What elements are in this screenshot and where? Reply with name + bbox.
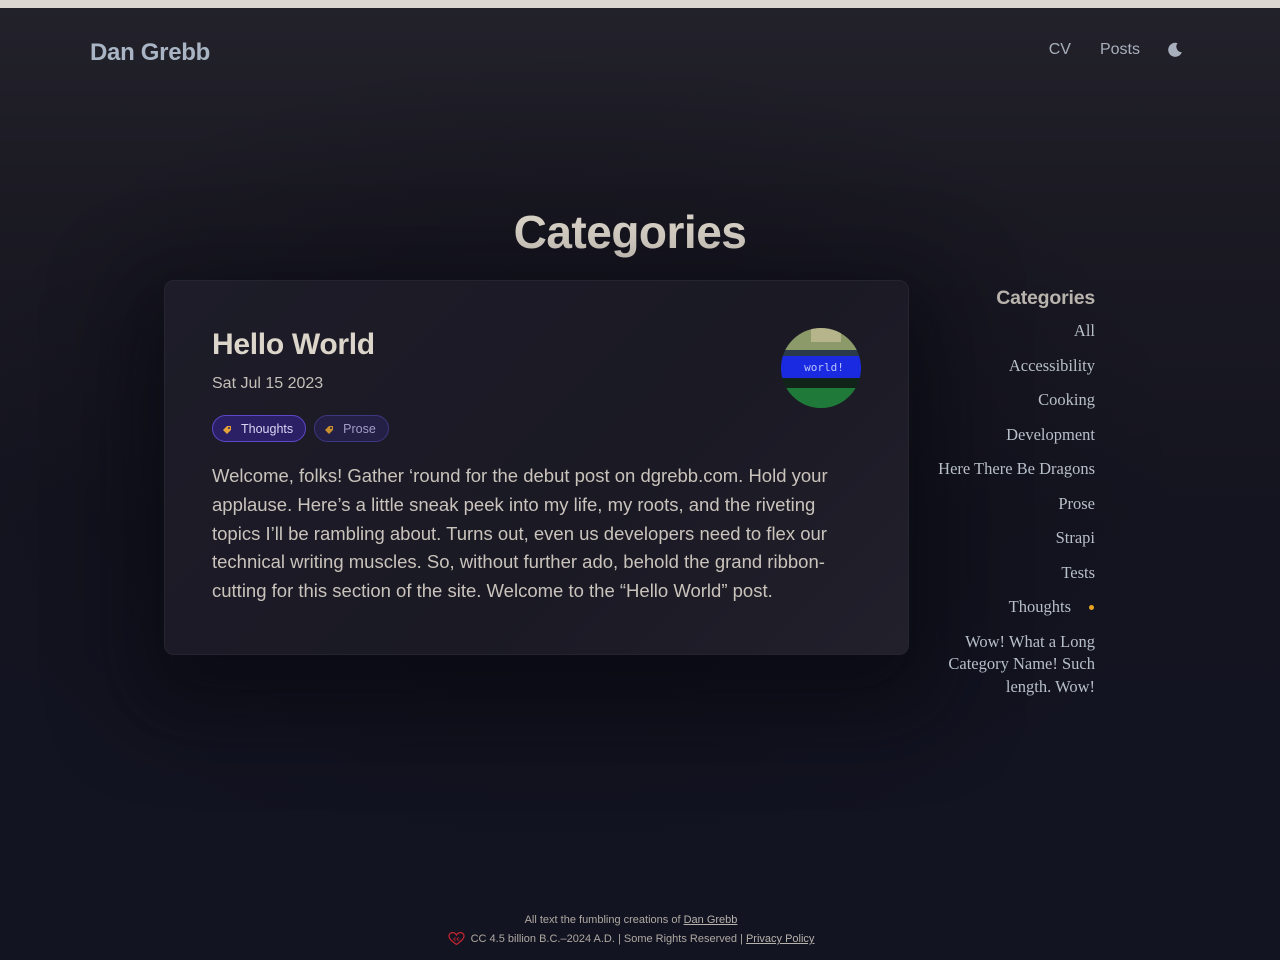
top-accent-bar: [0, 0, 1280, 8]
footer-author-link[interactable]: Dan Grebb: [684, 914, 738, 926]
page-title: Categories: [513, 206, 747, 258]
sidebar-item-long-category[interactable]: Wow! What a Long Category Name! Such len…: [930, 631, 1095, 699]
thumbnail-text: world!: [804, 361, 844, 374]
tag-label: Thoughts: [241, 421, 294, 436]
nav-link-posts[interactable]: Posts: [1100, 41, 1140, 59]
footer-privacy-link[interactable]: Privacy Policy: [746, 933, 814, 945]
tag-thoughts[interactable]: Thoughts: [212, 415, 307, 442]
footer-license-text: CC 4.5 billion B.C.–2024 A.D. | Some Rig…: [470, 933, 743, 945]
nav-link-cv[interactable]: CV: [1049, 41, 1071, 59]
tag-icon: [324, 424, 334, 434]
site-footer: All text the fumbling creations of Dan G…: [0, 911, 1262, 949]
site-header: Dan Grebb CV Posts: [0, 8, 1280, 100]
post-thumbnail[interactable]: world!: [781, 328, 861, 408]
site-name-link[interactable]: Dan Grebb: [90, 39, 210, 67]
sidebar-item-tests[interactable]: Tests: [930, 562, 1095, 585]
sidebar-item-prose[interactable]: Prose: [930, 493, 1095, 516]
post-tags: Thoughts Prose: [212, 415, 397, 442]
sidebar-item-here-there-be-dragons[interactable]: Here There Be Dragons: [930, 458, 1095, 481]
sidebar-item-cooking[interactable]: Cooking: [930, 389, 1095, 412]
categories-sidebar: Categories All Accessibility Cooking Dev…: [930, 287, 1095, 710]
footer-line-1: All text the fumbling creations of Dan G…: [0, 911, 1262, 930]
moon-icon[interactable]: [1166, 41, 1184, 59]
sidebar-item-thoughts[interactable]: Thoughts: [930, 596, 1095, 619]
footer-line-2: cc CC 4.5 billion B.C.–2024 A.D. | Some …: [0, 930, 1262, 949]
sidebar-item-development[interactable]: Development: [930, 424, 1095, 447]
post-card[interactable]: Hello World Sat Jul 15 2023 Thoughts Pro…: [164, 280, 909, 655]
creative-commons-icon: cc: [447, 931, 465, 946]
post-title[interactable]: Hello World: [212, 328, 375, 362]
footer-credit-text: All text the fumbling creations of: [524, 914, 681, 926]
post-date: Sat Jul 15 2023: [212, 375, 324, 392]
sidebar-item-strapi[interactable]: Strapi: [930, 527, 1095, 550]
tag-label: Prose: [343, 421, 376, 436]
svg-text:cc: cc: [453, 937, 460, 943]
tag-prose[interactable]: Prose: [314, 415, 389, 442]
main-nav: CV Posts: [1020, 41, 1184, 59]
post-excerpt: Welcome, folks! Gather ‘round for the de…: [212, 465, 828, 602]
tag-icon: [222, 424, 232, 434]
sidebar-heading: Categories: [996, 287, 1095, 309]
sidebar-item-all[interactable]: All: [930, 320, 1095, 343]
sidebar-item-accessibility[interactable]: Accessibility: [930, 355, 1095, 378]
category-list: All Accessibility Cooking Development He…: [930, 320, 1095, 698]
